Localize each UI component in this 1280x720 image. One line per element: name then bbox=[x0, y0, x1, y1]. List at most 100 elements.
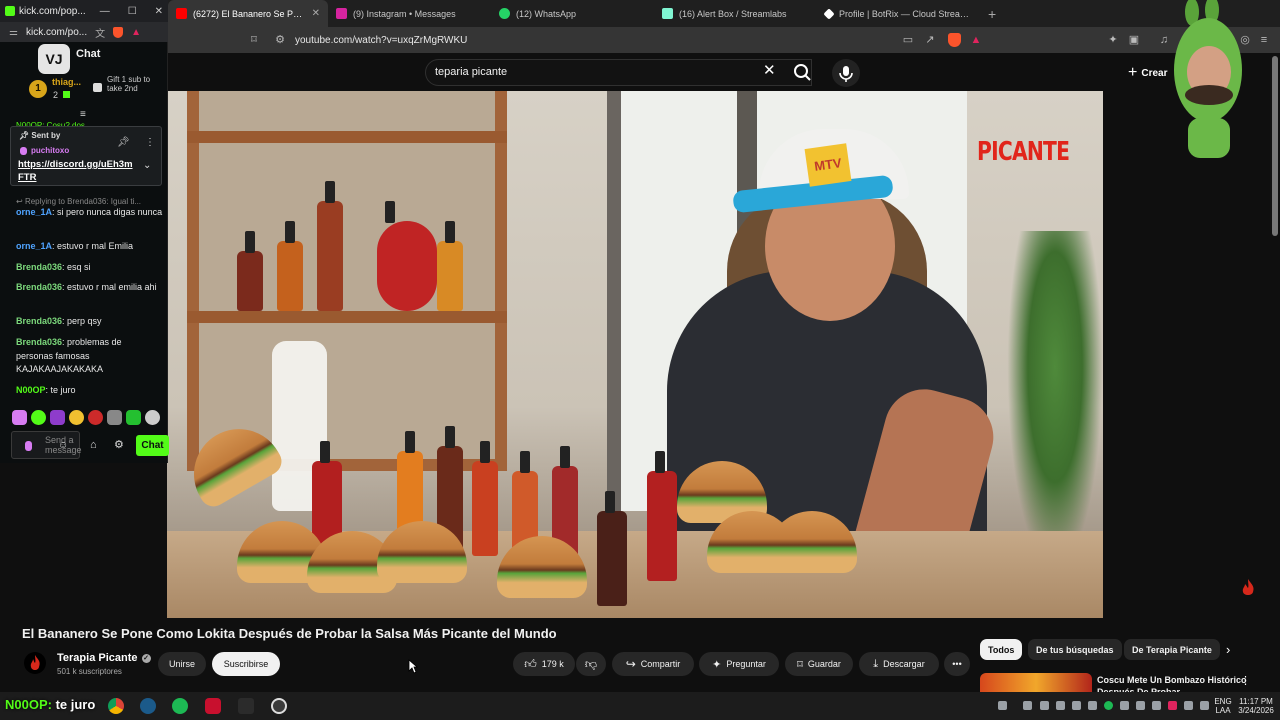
expand-chevron-icon[interactable]: ⌄ bbox=[143, 160, 151, 171]
volume-icon[interactable] bbox=[1200, 701, 1209, 710]
emote-picker-icon[interactable]: ☺ bbox=[58, 440, 68, 451]
chat-text: : te juro bbox=[45, 385, 76, 395]
pinned-more-icon[interactable]: ⋮ bbox=[145, 137, 155, 148]
chip-from-searches[interactable]: De tus búsquedas bbox=[1028, 639, 1122, 660]
leaderboard-user[interactable]: thiag... bbox=[52, 77, 81, 87]
brave-rewards-icon[interactable]: ▲ bbox=[970, 34, 982, 46]
like-button[interactable]: 👍︎ 179 k bbox=[513, 652, 575, 676]
pinned-user[interactable]: puchitoxo bbox=[31, 146, 69, 155]
url-field[interactable]: youtube.com/watch?v=uxqZrMgRWKU bbox=[295, 35, 467, 46]
spotify-icon[interactable] bbox=[172, 698, 188, 714]
video-player[interactable]: MTV PICANTE bbox=[167, 91, 1103, 618]
spotify-tray-icon[interactable] bbox=[1104, 701, 1113, 710]
kick-url[interactable]: kick.com/po... bbox=[26, 27, 87, 38]
search-input[interactable] bbox=[426, 60, 746, 84]
tab-youtube[interactable]: (6272) El Bananero Se Pone C ✕ bbox=[168, 0, 328, 27]
brave-shield-icon[interactable] bbox=[948, 33, 961, 47]
channel-logo[interactable]: VJ bbox=[38, 44, 70, 74]
emote-icon[interactable] bbox=[145, 410, 160, 425]
tab-instagram[interactable]: (9) Instagram • Messages bbox=[328, 0, 491, 27]
dislike-button[interactable]: 👎︎ bbox=[576, 652, 606, 676]
network-icon[interactable] bbox=[1184, 701, 1193, 710]
tray-icon[interactable] bbox=[1040, 701, 1049, 710]
sidebar-icon[interactable]: ▣ bbox=[1128, 34, 1140, 46]
tab-streamlabs[interactable]: (16) Alert Box / Streamlabs bbox=[654, 0, 817, 27]
minimize-icon[interactable]: — bbox=[100, 6, 110, 17]
page-scrollbar[interactable] bbox=[1272, 56, 1278, 236]
tray-icon[interactable] bbox=[1120, 701, 1129, 710]
obs-icon[interactable] bbox=[271, 698, 287, 714]
epic-games-icon[interactable] bbox=[238, 698, 254, 714]
cast-icon[interactable]: ▭ bbox=[902, 34, 914, 46]
tray-icon[interactable] bbox=[1072, 701, 1081, 710]
chat-username[interactable]: orne_1A bbox=[16, 207, 52, 217]
tab-botrix[interactable]: Profile | BotRix — Cloud Streaming B bbox=[817, 0, 980, 27]
save-button[interactable]: ⌑ Guardar bbox=[785, 652, 853, 676]
storefront-icon[interactable]: ⌂ bbox=[90, 439, 97, 451]
chip-all[interactable]: Todos bbox=[980, 639, 1023, 660]
search-button[interactable] bbox=[788, 59, 816, 86]
tab-whatsapp[interactable]: (12) WhatsApp bbox=[491, 0, 654, 27]
brave-rewards-icon[interactable]: ▲ bbox=[131, 27, 141, 38]
tray-icon[interactable] bbox=[1168, 701, 1177, 710]
tray-icon[interactable] bbox=[1136, 701, 1145, 710]
ask-button[interactable]: ✦ Preguntar bbox=[699, 652, 779, 676]
fire-icon[interactable] bbox=[1239, 578, 1257, 598]
emote-icon[interactable] bbox=[31, 410, 46, 425]
media-icon[interactable]: ♫ bbox=[1158, 34, 1170, 46]
tray-icon[interactable] bbox=[998, 701, 1007, 710]
emote-icon[interactable] bbox=[69, 410, 84, 425]
language-indicator[interactable]: ENG LAA bbox=[1212, 697, 1234, 715]
clock[interactable]: 11:17 PM 3/24/2026 bbox=[1236, 697, 1276, 715]
chat-username[interactable]: Brenda036 bbox=[16, 282, 62, 292]
gift-prompt[interactable]: Gift 1 sub to take 2nd bbox=[107, 75, 162, 93]
chat-username[interactable]: orne_1A bbox=[16, 241, 52, 251]
recommendation-menu-icon[interactable]: ⋮ bbox=[1240, 674, 1251, 687]
join-button[interactable]: Unirse bbox=[158, 652, 206, 676]
steam-icon[interactable] bbox=[140, 698, 156, 714]
close-tab-icon[interactable]: ✕ bbox=[312, 8, 320, 19]
send-chat-button[interactable]: Chat bbox=[136, 435, 169, 456]
emote-icon[interactable] bbox=[107, 410, 122, 425]
share-button[interactable]: ↪ Compartir bbox=[612, 652, 694, 676]
emote-icon[interactable] bbox=[88, 410, 103, 425]
translate-icon[interactable]: 文 bbox=[95, 25, 105, 40]
bookmark-icon[interactable]: ⌑ bbox=[248, 34, 260, 46]
tray-icon[interactable] bbox=[1056, 701, 1065, 710]
chat-username[interactable]: Brenda036 bbox=[16, 262, 62, 272]
tray-icon[interactable] bbox=[1023, 701, 1032, 710]
app-icon[interactable] bbox=[205, 698, 221, 714]
clear-search-icon[interactable]: ✕ bbox=[763, 63, 776, 79]
menu-icon[interactable]: ≡ bbox=[1258, 34, 1270, 46]
new-tab-button[interactable]: + bbox=[980, 6, 1004, 22]
site-settings-icon[interactable]: ⚙ bbox=[274, 34, 286, 46]
pin-icon[interactable]: 📌︎ bbox=[117, 137, 130, 148]
extensions-icon[interactable]: ✦ bbox=[1107, 34, 1119, 46]
chat-settings-icon[interactable]: ⚙ bbox=[114, 438, 124, 451]
channel-name[interactable]: Terapia Picante ✓ bbox=[57, 652, 151, 664]
download-button[interactable]: ⤓ Descargar bbox=[859, 652, 939, 676]
subscribe-button[interactable]: Suscribirse bbox=[212, 652, 280, 676]
maximize-icon[interactable]: ☐ bbox=[128, 6, 137, 17]
chrome-icon[interactable] bbox=[108, 698, 124, 714]
channel-avatar[interactable] bbox=[24, 652, 46, 674]
more-actions-button[interactable]: ••• bbox=[944, 652, 970, 676]
pinned-link[interactable]: https://discord.gg/uEh3mFTR bbox=[18, 158, 138, 184]
tray-icon[interactable] bbox=[1152, 701, 1161, 710]
create-button[interactable]: + Crear bbox=[1128, 64, 1167, 82]
voice-search-button[interactable] bbox=[832, 59, 860, 87]
chat-username[interactable]: N00OP bbox=[16, 385, 46, 395]
close-window-icon[interactable]: ✕ bbox=[155, 6, 163, 17]
chat-message-input[interactable]: Send a message bbox=[11, 431, 82, 459]
emote-icon[interactable] bbox=[12, 410, 27, 425]
chip-next-chevron-icon[interactable]: › bbox=[1226, 642, 1230, 657]
share-icon[interactable]: ↗ bbox=[924, 34, 936, 46]
brave-shield-icon[interactable] bbox=[113, 26, 124, 38]
chat-username[interactable]: Brenda036 bbox=[16, 337, 62, 347]
chat-username[interactable]: Brenda036 bbox=[16, 316, 62, 326]
emote-icon[interactable] bbox=[50, 410, 65, 425]
emote-icon[interactable] bbox=[126, 410, 141, 425]
tray-icon[interactable] bbox=[1088, 701, 1097, 710]
chip-from-channel[interactable]: De Terapia Picante bbox=[1124, 639, 1220, 660]
chat-message-partial: N00OP: Cosu? dos... bbox=[16, 121, 92, 126]
